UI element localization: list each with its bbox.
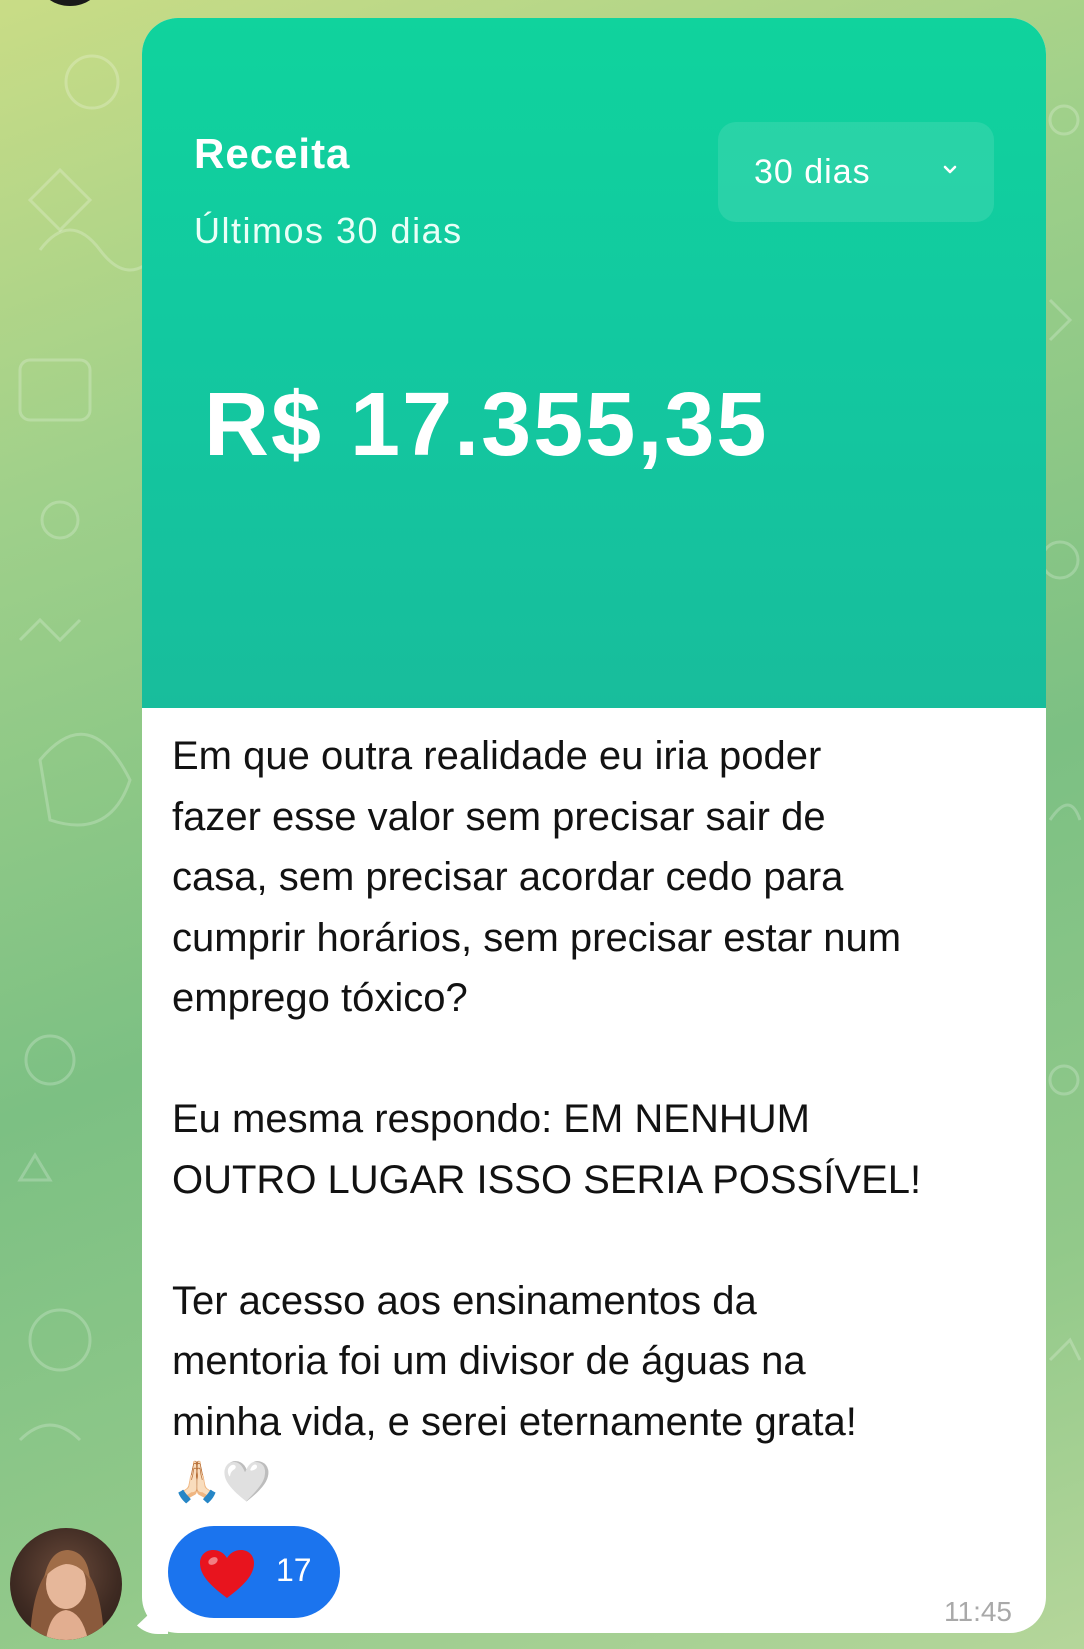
period-dropdown[interactable]: 30 dias (718, 122, 994, 222)
revenue-screenshot[interactable]: Receita Últimos 30 dias 30 dias R$ 17.35… (142, 18, 1046, 708)
message-text: Em que outra realidade eu iria poder faz… (172, 734, 922, 1504)
reaction-count: 17 (276, 1552, 312, 1588)
chevron-down-icon (943, 165, 957, 174)
avatar-image (30, 1550, 104, 1640)
revenue-amount: R$ 17.355,35 (204, 375, 769, 475)
previous-avatar-edge (40, 0, 100, 6)
reaction-chip[interactable]: 17 (168, 1526, 340, 1618)
avatar[interactable] (10, 1528, 122, 1640)
card-subtitle: Últimos 30 dias (194, 210, 463, 251)
message-bubble[interactable]: Receita Últimos 30 dias 30 dias R$ 17.35… (142, 18, 1046, 1633)
period-label: 30 dias (754, 152, 871, 191)
message-time: 11:45 (944, 1596, 1012, 1627)
heart-icon (200, 1550, 254, 1598)
card-title: Receita (194, 130, 351, 177)
